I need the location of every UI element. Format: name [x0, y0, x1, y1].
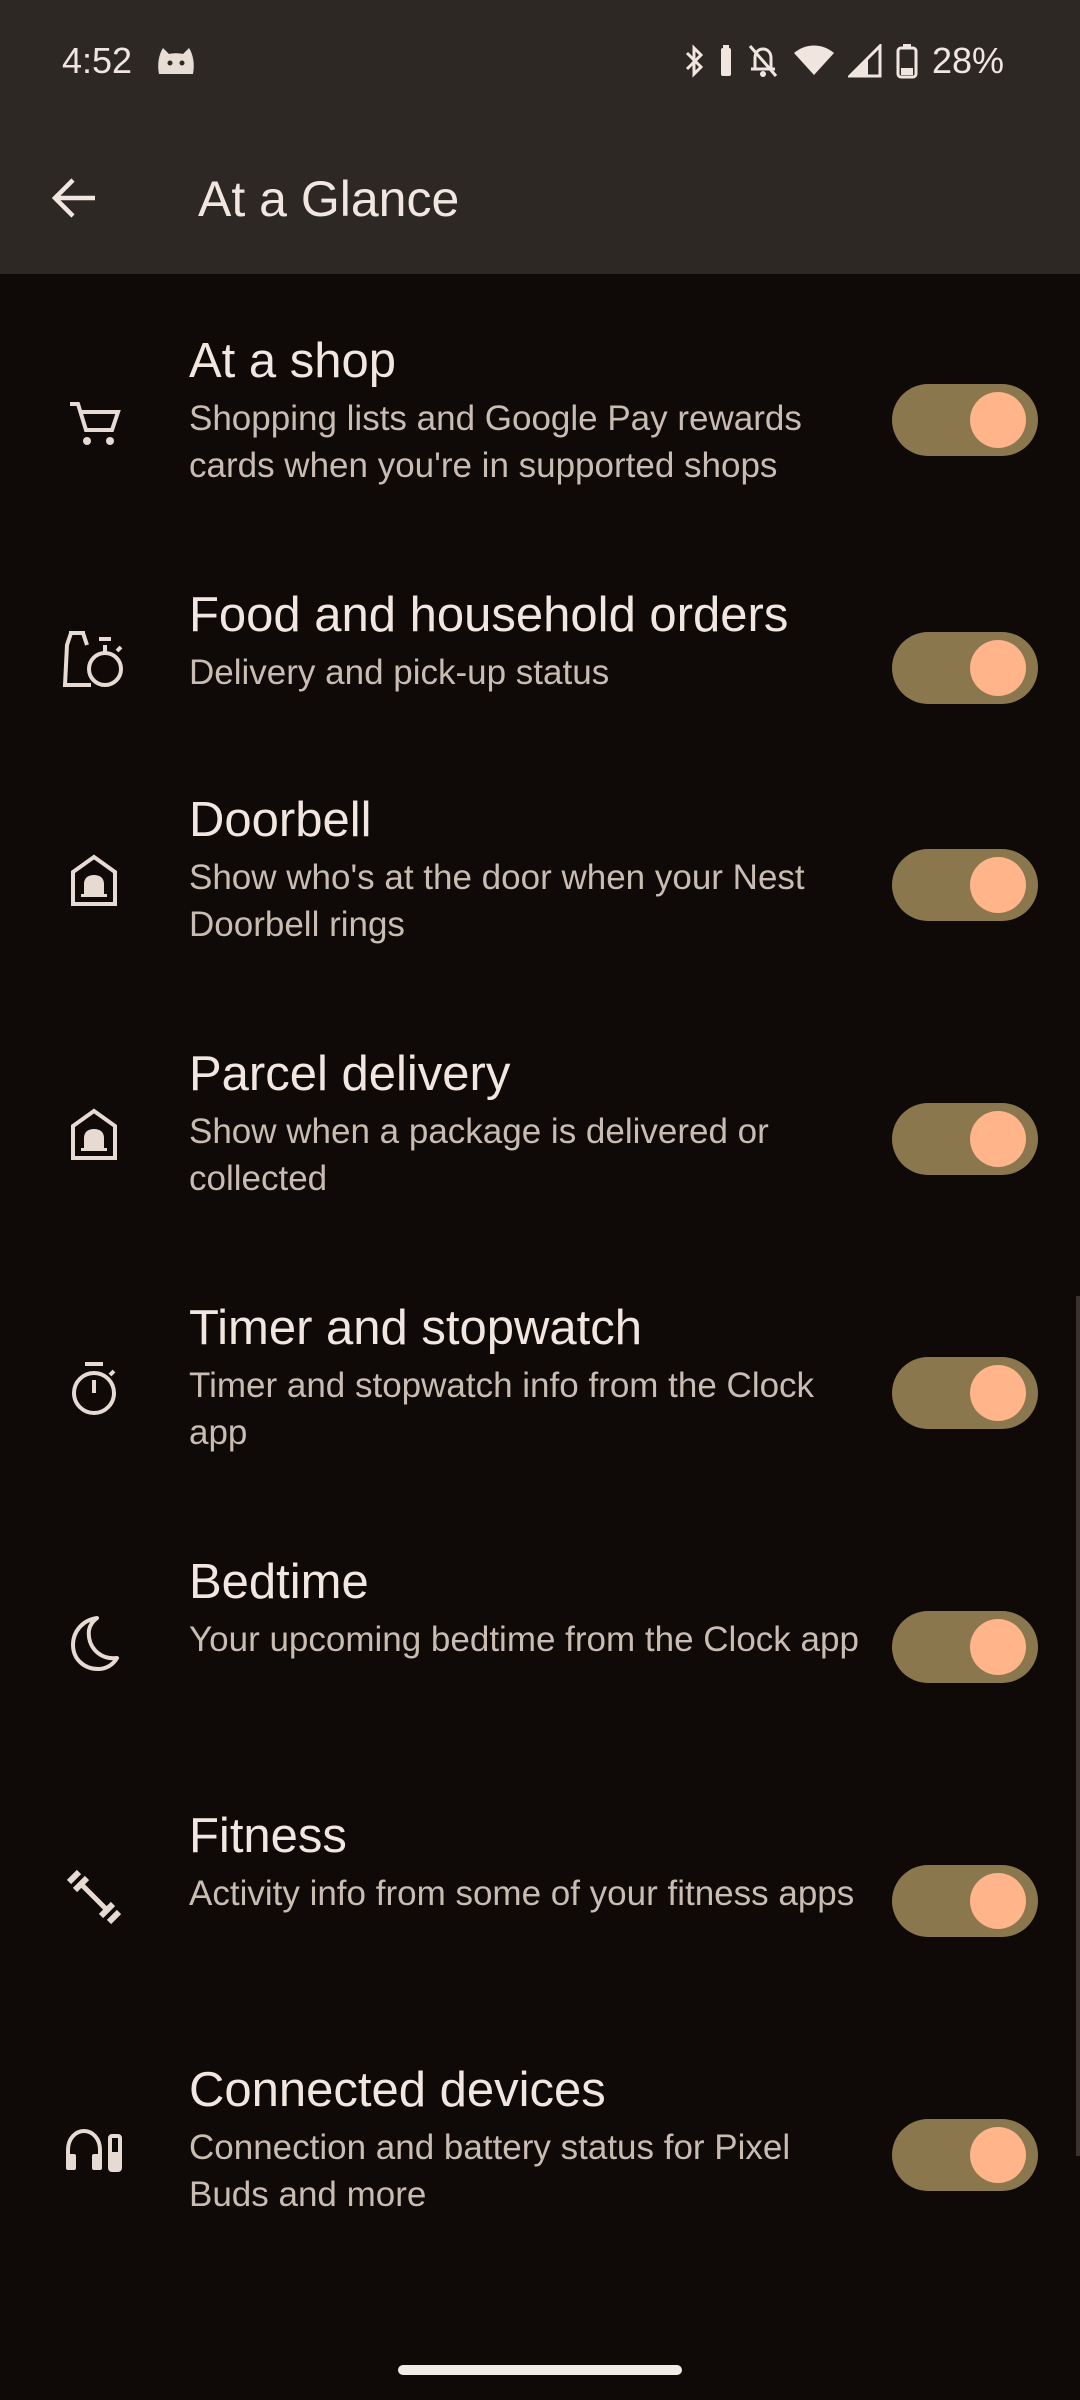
setting-text: Doorbell Show who's at the door when you… [189, 790, 859, 948]
status-icons: 28% [684, 40, 1004, 82]
setting-row-at-a-shop[interactable]: At a shop Shopping lists and Google Pay … [0, 334, 1080, 602]
connected-devices-toggle[interactable] [892, 2119, 1038, 2191]
wifi-icon [793, 45, 834, 75]
setting-subtitle: Shopping lists and Google Pay rewards ca… [189, 399, 802, 485]
fitness-toggle[interactable] [892, 1865, 1038, 1937]
toggle-thumb [970, 2127, 1026, 2183]
setting-text: Food and household orders Delivery and p… [189, 585, 859, 696]
app-bar: At a Glance [0, 128, 1080, 274]
setting-title: Fitness [189, 1809, 347, 1863]
setting-row-timer-and-stopwatch[interactable]: Timer and stopwatch Timer and stopwatch … [0, 1301, 1080, 1569]
setting-subtitle: Timer and stopwatch info from the Clock … [189, 1366, 815, 1452]
back-button[interactable] [38, 162, 110, 234]
setting-subtitle: Your upcoming bedtime from the Clock app [189, 1620, 859, 1659]
toggle-thumb [970, 640, 1026, 696]
setting-text: Connected devices Connection and battery… [189, 2060, 859, 2218]
battery-icon [896, 44, 918, 79]
toggle-thumb [970, 392, 1026, 448]
setting-row-connected-devices[interactable]: Connected devices Connection and battery… [0, 2063, 1080, 2331]
parcel-delivery-toggle[interactable] [892, 1103, 1038, 1175]
cat-notification-icon [158, 48, 194, 74]
setting-subtitle: Connection and battery status for Pixel … [189, 2128, 791, 2214]
doorbell-icon [60, 1101, 128, 1169]
setting-title: Bedtime [189, 1555, 369, 1609]
page-title: At a Glance [198, 171, 460, 227]
timer-stopwatch-toggle[interactable] [892, 1357, 1038, 1429]
setting-title: Doorbell [189, 793, 372, 847]
moon-icon [60, 1609, 128, 1677]
toggle-thumb [970, 1619, 1026, 1675]
gesture-nav-handle[interactable] [398, 2365, 682, 2375]
setting-subtitle: Delivery and pick-up status [189, 653, 610, 692]
timer-icon [60, 1355, 128, 1423]
setting-subtitle: Activity info from some of your fitness … [189, 1874, 855, 1913]
setting-text: Fitness Activity info from some of your … [189, 1806, 859, 1917]
food-orders-toggle[interactable] [892, 632, 1038, 704]
setting-subtitle: Show who's at the door when your Nest Do… [189, 858, 805, 944]
setting-title: Connected devices [189, 2063, 606, 2117]
toggle-thumb [970, 857, 1026, 913]
setting-row-fitness[interactable]: Fitness Activity info from some of your … [0, 1809, 1080, 2077]
setting-title: Food and household orders [189, 588, 789, 642]
grocery-bag-icon [60, 626, 128, 694]
bluetooth-battery-icon [720, 45, 731, 76]
setting-row-parcel-delivery[interactable]: Parcel delivery Show when a package is d… [0, 1047, 1080, 1315]
battery-percent: 28% [931, 40, 1004, 81]
setting-title: Parcel delivery [189, 1047, 511, 1101]
toggle-thumb [970, 1365, 1026, 1421]
status-bar: 4:52 28% [0, 0, 1080, 128]
setting-title: At a shop [189, 334, 397, 388]
toggle-thumb [970, 1873, 1026, 1929]
fitness-icon [60, 1863, 128, 1931]
bluetooth-icon [685, 44, 704, 78]
arrow-back-icon [51, 178, 95, 218]
setting-text: Bedtime Your upcoming bedtime from the C… [189, 1552, 859, 1663]
toggle-thumb [970, 1111, 1026, 1167]
status-time: 4:52 [62, 40, 133, 81]
doorbell-toggle[interactable] [892, 849, 1038, 921]
setting-text: Parcel delivery Show when a package is d… [189, 1044, 859, 1202]
setting-subtitle: Show when a package is delivered or coll… [189, 1112, 769, 1198]
cell-signal-icon [847, 44, 882, 78]
setting-row-doorbell[interactable]: Doorbell Show who's at the door when you… [0, 793, 1080, 1061]
setting-text: At a shop Shopping lists and Google Pay … [189, 331, 859, 489]
shopping-cart-icon [60, 390, 128, 458]
setting-row-bedtime[interactable]: Bedtime Your upcoming bedtime from the C… [0, 1555, 1080, 1823]
headphones-battery-icon [60, 2117, 128, 2185]
bedtime-toggle[interactable] [892, 1611, 1038, 1683]
at-a-shop-toggle[interactable] [892, 384, 1038, 456]
setting-title: Timer and stopwatch [189, 1301, 642, 1355]
setting-text: Timer and stopwatch Timer and stopwatch … [189, 1298, 859, 1456]
doorbell-icon [60, 847, 128, 915]
scrollbar[interactable] [1076, 1296, 1080, 2156]
silent-bell-icon [748, 45, 778, 77]
